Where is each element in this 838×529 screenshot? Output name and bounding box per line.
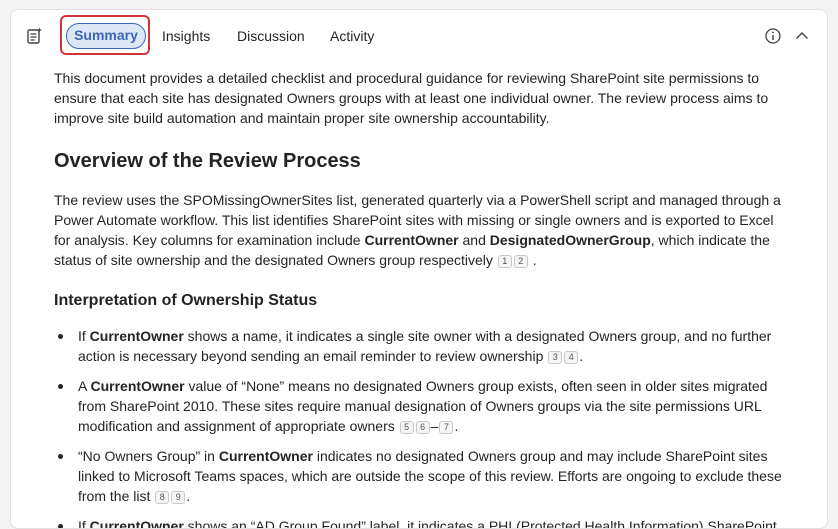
item-bold: CurrentOwner bbox=[89, 328, 184, 344]
tab-summary[interactable]: Summary bbox=[66, 23, 146, 49]
item-end: . bbox=[454, 418, 459, 434]
copilot-summary-icon bbox=[27, 27, 42, 44]
overview-heading: Overview of the Review Process bbox=[54, 150, 361, 172]
overview-bold-1: CurrentOwner bbox=[364, 232, 459, 248]
list-item: “No Owners Group” in CurrentOwner indica… bbox=[54, 446, 784, 506]
chevron-up-icon[interactable] bbox=[793, 27, 811, 45]
overview-bold-2: DesignatedOwnerGroup bbox=[489, 232, 651, 248]
list-item: A CurrentOwner value of “None” means no … bbox=[54, 376, 784, 436]
tab-insights[interactable]: Insights bbox=[162, 26, 210, 48]
tab-summary-highlight: Summary bbox=[60, 15, 150, 55]
item-text: “No Owners Group” in bbox=[78, 448, 219, 464]
citation-8[interactable]: 8 bbox=[155, 491, 170, 504]
overview-text-2: and bbox=[458, 232, 490, 248]
citation-9[interactable]: 9 bbox=[171, 491, 186, 504]
item-bold: CurrentOwner bbox=[218, 448, 313, 464]
citation-1[interactable]: 1 bbox=[497, 255, 512, 268]
citation-3[interactable]: 3 bbox=[548, 351, 563, 364]
card-header: Summary Insights Discussion Activity bbox=[11, 10, 827, 62]
item-text: If bbox=[78, 328, 90, 344]
list-item: If CurrentOwner shows a name, it indicat… bbox=[54, 326, 784, 366]
citation-range-dash: – bbox=[430, 418, 439, 434]
item-text: If bbox=[78, 518, 90, 529]
item-end: . bbox=[186, 488, 191, 504]
citation-2[interactable]: 2 bbox=[513, 255, 528, 268]
interpretation-list: If CurrentOwner shows a name, it indicat… bbox=[54, 326, 784, 529]
tab-discussion[interactable]: Discussion bbox=[237, 26, 305, 48]
summary-card: Summary Insights Discussion Activity Thi… bbox=[10, 9, 828, 529]
info-icon[interactable] bbox=[764, 27, 782, 45]
summary-content: This document provides a detailed checkl… bbox=[54, 68, 784, 529]
item-end: . bbox=[579, 348, 584, 364]
intro-paragraph: This document provides a detailed checkl… bbox=[54, 70, 769, 126]
citation-6[interactable]: 6 bbox=[415, 421, 430, 434]
item-bold: CurrentOwner bbox=[90, 378, 185, 394]
tab-activity[interactable]: Activity bbox=[330, 26, 374, 48]
item-bold: CurrentOwner bbox=[89, 518, 184, 529]
citation-5[interactable]: 5 bbox=[399, 421, 414, 434]
item-text: shows an “AD Group Found” label, it indi… bbox=[183, 518, 777, 529]
overview-paragraph: The review uses the SPOMissingOwnerSites… bbox=[54, 190, 784, 270]
interpretation-heading: Interpretation of Ownership Status bbox=[54, 292, 318, 309]
citation-4[interactable]: 4 bbox=[564, 351, 579, 364]
item-text: A bbox=[78, 378, 91, 394]
citation-7[interactable]: 7 bbox=[439, 421, 454, 434]
overview-end: . bbox=[532, 252, 537, 268]
